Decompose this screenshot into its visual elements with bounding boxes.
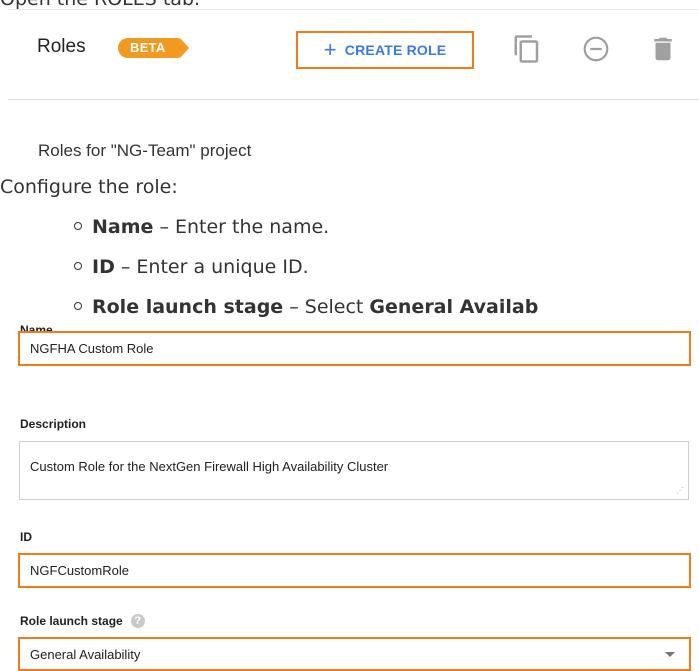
bullet-desc: – Enter a unique ID. <box>114 256 309 278</box>
project-caption: Roles for "NG-Team" project <box>38 141 252 160</box>
bullet-term: Role launch stage <box>92 296 284 318</box>
delete-icon[interactable] <box>648 34 678 64</box>
plus-icon: + <box>323 37 337 62</box>
name-value: NGFHA Custom Role <box>30 341 154 356</box>
name-input[interactable]: NGFHA Custom Role <box>18 331 691 366</box>
bullet-term: Name <box>92 216 154 238</box>
copy-icon[interactable] <box>512 34 542 64</box>
launch-stage-value: General Availability <box>30 646 141 662</box>
description-textarea[interactable]: Custom Role for the NextGen Firewall Hig… <box>19 441 689 500</box>
id-input[interactable]: NGFCustomRole <box>18 553 691 588</box>
bullet-marker <box>74 262 82 270</box>
create-role-label: CREATE ROLE <box>344 42 447 58</box>
create-role-button[interactable]: + CREATE ROLE <box>296 31 474 69</box>
launch-stage-label: Role launch stage <box>20 614 123 628</box>
bullet-term-2: General Availab <box>369 296 539 318</box>
bullet-marker <box>74 302 82 310</box>
resize-grip-icon[interactable]: ⋰ <box>676 487 684 495</box>
id-value: NGFCustomRole <box>30 563 129 578</box>
page-title: Roles <box>37 36 86 57</box>
id-label: ID <box>20 530 32 544</box>
bullet-marker <box>74 222 82 230</box>
configure-instruction: Configure the role: <box>0 176 178 198</box>
launch-stage-select[interactable]: General Availability <box>18 637 691 671</box>
description-value: Custom Role for the NextGen Firewall Hig… <box>30 459 389 474</box>
description-label: Description <box>20 417 87 431</box>
help-icon[interactable]: ? <box>130 614 145 628</box>
bullet-term: ID <box>92 256 115 278</box>
bullet-desc: – Select <box>283 296 370 318</box>
disable-icon[interactable] <box>581 34 611 64</box>
dropdown-caret-icon <box>665 651 675 657</box>
header-divider <box>8 99 699 100</box>
bullet-name: Name – Enter the name. <box>74 216 330 238</box>
launch-stage-label-row: Role launch stage ? <box>20 614 145 628</box>
top-divider <box>8 9 699 10</box>
beta-badge: BETA <box>118 38 189 58</box>
bullet-launch-stage: Role launch stage – Select General Avail… <box>74 296 539 318</box>
bullet-desc: – Enter the name. <box>153 216 330 238</box>
bullet-id: ID – Enter a unique ID. <box>74 256 309 278</box>
